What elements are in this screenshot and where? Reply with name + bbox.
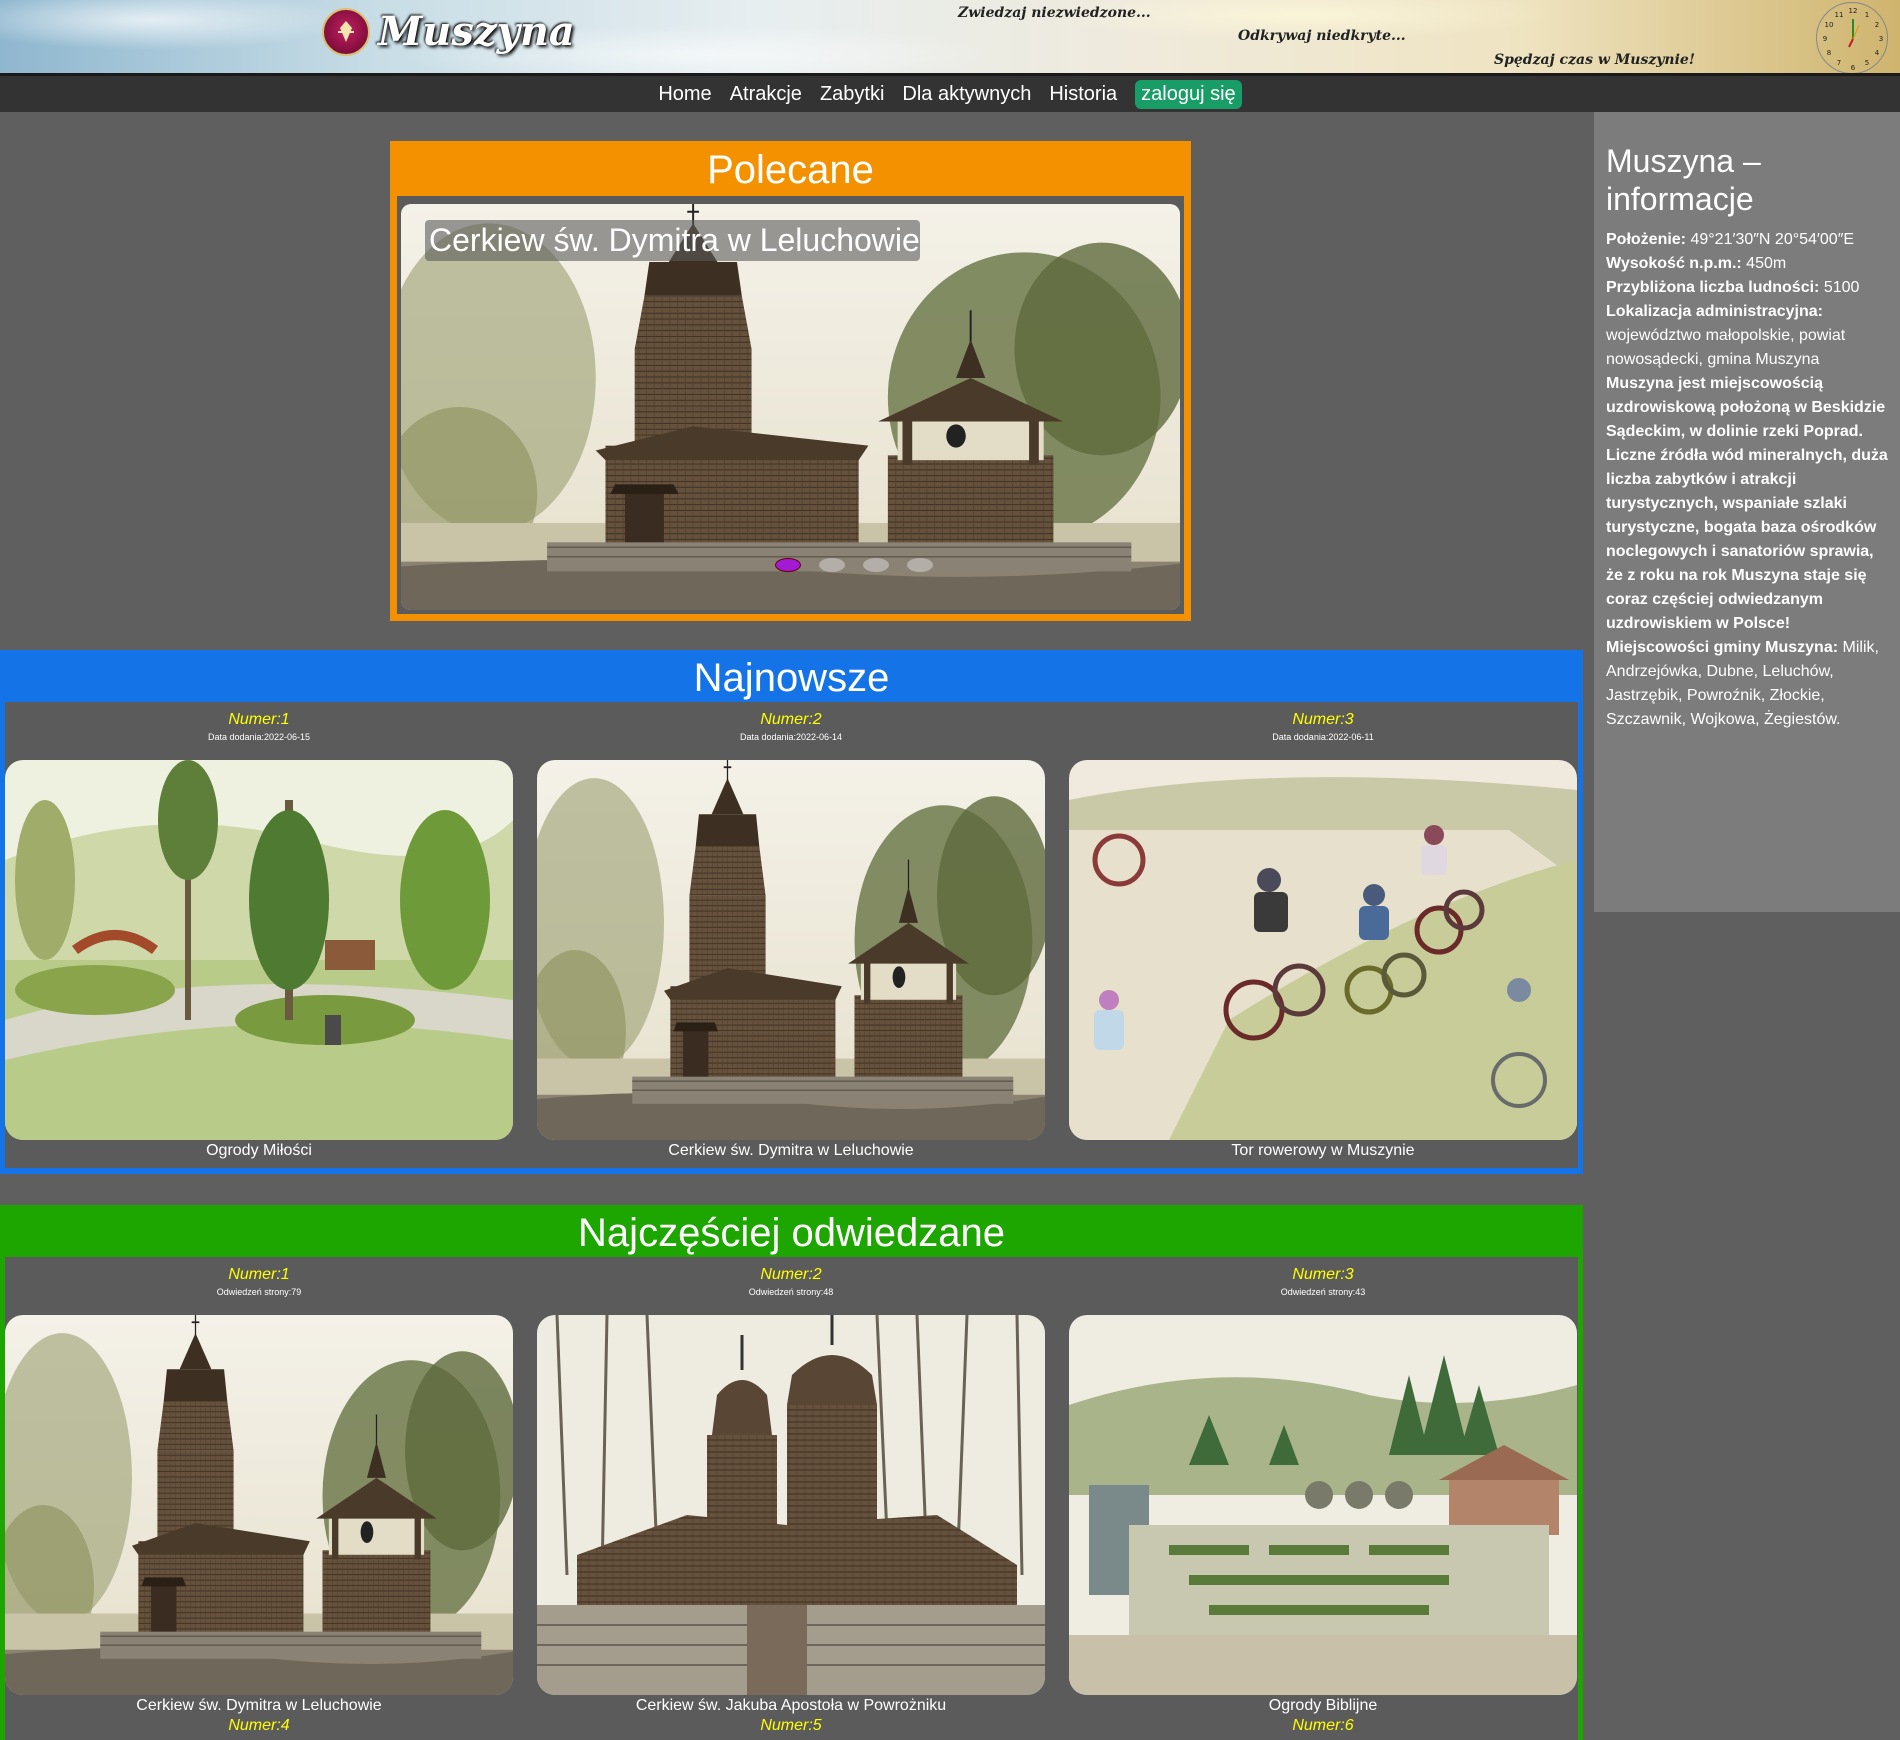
slider-dot-4[interactable] <box>863 558 889 572</box>
card-visits: Odwiedzeń strony:79 <box>216 1287 302 1297</box>
nav-atrakcje[interactable]: Atrakcje <box>730 80 802 109</box>
polecane-title: Polecane <box>707 148 874 192</box>
card-image[interactable] <box>1069 1315 1577 1695</box>
slide-image[interactable]: Cerkiew św. Dymitra w Leluchowie <box>401 204 1180 610</box>
nav-zabytki[interactable]: Zabytki <box>820 80 884 109</box>
card-number: Numer:2 <box>760 1266 822 1283</box>
card-number: Numer:3 <box>1292 1266 1354 1283</box>
odwiedzane-card-3[interactable]: Numer:3 Odwiedzeń strony:43 Ogrody Bibli… <box>1069 1257 1577 1736</box>
card-number: Numer:1 <box>228 1266 290 1283</box>
ludnosc-label: Przybliżona liczba ludności: <box>1606 279 1820 296</box>
nav-dla-aktywnych[interactable]: Dla aktywnych <box>902 80 1031 109</box>
site-brand[interactable]: Muszyna <box>378 8 575 55</box>
clock-icon: 12 1 2 3 45 6 78 9 10 11 <box>1816 2 1888 73</box>
card-caption[interactable]: Cerkiew św. Jakuba Apostoła w Powrożniku <box>537 1696 1045 1716</box>
nav-historia[interactable]: Historia <box>1049 80 1117 109</box>
svg-text:10: 10 <box>1825 21 1834 29</box>
next-card-number: Numer:4 <box>228 1717 290 1734</box>
odwiedzane-section: Najczęściej odwiedzane Numer:1 Odwiedzeń… <box>0 1205 1583 1740</box>
sidebar-info: Położenie: 49°21′30″N 20°54′00″E Wysokoś… <box>1606 228 1888 732</box>
nav-home[interactable]: Home <box>658 80 711 109</box>
svg-text:6: 6 <box>1851 64 1856 72</box>
card-date: Data dodania:2022-06-14 <box>739 732 843 742</box>
sidebar-title: Muszyna – informacje <box>1606 143 1761 217</box>
card-caption[interactable]: Cerkiew św. Dymitra w Leluchowie <box>5 1696 513 1716</box>
odwiedzane-panel: Numer:1 Odwiedzeń strony:79 Cerkiew św. … <box>5 1257 1578 1740</box>
login-button[interactable]: zaloguj się <box>1135 79 1242 109</box>
card-number: Numer:1 <box>228 711 290 728</box>
slider-dot-1[interactable] <box>731 558 757 572</box>
card-number: Numer:2 <box>760 711 822 728</box>
next-card-number: Numer:5 <box>760 1717 822 1734</box>
info-sidebar: Muszyna – informacje Położenie: 49°21′30… <box>1594 112 1900 912</box>
wysokosc-value: 450m <box>1741 255 1787 272</box>
lokalizacja-label: Lokalizacja administracyjna: <box>1606 303 1823 320</box>
najnowsze-section: Najnowsze Numer:1 Data dodania:2022-06-1… <box>0 650 1583 1174</box>
lokalizacja-value: województwo małopolskie, powiat nowosąde… <box>1606 327 1846 368</box>
card-image[interactable] <box>5 1315 513 1695</box>
polozenie-value: 49°21′30″N 20°54′00″E <box>1686 231 1855 248</box>
slider-dot-2[interactable] <box>775 558 801 572</box>
main-nav: Home Atrakcje Zabytki Dla aktywnych Hist… <box>0 76 1900 112</box>
card-image[interactable] <box>537 1315 1045 1695</box>
slider-dot-5[interactable] <box>907 558 933 572</box>
miejscowosci-label: Miejscowości gminy Muszyna: <box>1606 639 1839 656</box>
crest-icon[interactable] <box>322 8 370 56</box>
svg-text:12: 12 <box>1849 7 1858 15</box>
card-number: Numer:3 <box>1292 711 1354 728</box>
slider-dot-3[interactable] <box>819 558 845 572</box>
slogan-1: Zwiedzaj niezwiedzone... <box>958 5 1151 21</box>
card-date: Data dodania:2022-06-15 <box>207 732 311 742</box>
odwiedzane-title: Najczęściej odwiedzane <box>578 1211 1005 1255</box>
next-card-number: Numer:6 <box>1292 1717 1354 1734</box>
featured-slider[interactable]: Cerkiew św. Dymitra w Leluchowie <box>397 196 1184 614</box>
svg-text:4: 4 <box>1875 49 1880 57</box>
card-visits: Odwiedzeń strony:48 <box>748 1287 834 1297</box>
najnowsze-panel: Numer:1 Data dodania:2022-06-15 Ogrody M… <box>5 702 1578 1168</box>
svg-text:5: 5 <box>1865 59 1869 67</box>
polecane-section: Polecane Cerkiew św. Dymitra w Leluchowi… <box>390 141 1191 621</box>
polozenie-label: Położenie: <box>1606 231 1687 248</box>
card-date: Data dodania:2022-06-11 <box>1272 732 1374 742</box>
slider-dots <box>731 558 933 572</box>
card-caption[interactable]: Ogrody Biblijne <box>1069 1696 1577 1716</box>
svg-text:9: 9 <box>1823 35 1827 43</box>
card-caption[interactable]: Tor rowerowy w Muszynie <box>1069 1141 1577 1161</box>
card-visits: Odwiedzeń strony:43 <box>1280 1287 1366 1297</box>
card-image[interactable] <box>1069 760 1577 1140</box>
opis-text: Muszyna jest miejscowością uzdrowiskową … <box>1606 375 1888 632</box>
odwiedzane-card-1[interactable]: Numer:1 Odwiedzeń strony:79 Cerkiew św. … <box>5 1257 513 1736</box>
najnowsze-card-2[interactable]: Numer:2 Data dodania:2022-06-14 Cerkiew … <box>537 702 1045 1161</box>
wysokosc-label: Wysokość n.p.m.: <box>1606 255 1742 272</box>
slide-caption[interactable]: Cerkiew św. Dymitra w Leluchowie <box>425 220 920 261</box>
clock-face: 12 12 3 45 6 78 9 1011 <box>1823 7 1883 72</box>
card-image[interactable] <box>537 760 1045 1140</box>
svg-text:11: 11 <box>1835 11 1844 19</box>
card-caption[interactable]: Ogrody Miłości <box>5 1141 513 1161</box>
site-header: Muszyna Zwiedzaj niezwiedzone... Odkrywa… <box>0 0 1900 76</box>
najnowsze-card-3[interactable]: Numer:3 Data dodania:2022-06-11 Tor rowe… <box>1069 702 1577 1161</box>
najnowsze-title: Najnowsze <box>693 656 890 700</box>
card-image[interactable] <box>5 760 513 1140</box>
card-caption[interactable]: Cerkiew św. Dymitra w Leluchowie <box>537 1141 1045 1161</box>
crest-symbol <box>338 21 354 42</box>
svg-text:8: 8 <box>1827 49 1831 57</box>
svg-text:7: 7 <box>1837 59 1841 67</box>
ludnosc-value: 5100 <box>1819 279 1860 296</box>
svg-text:1: 1 <box>1865 11 1869 19</box>
najnowsze-card-1[interactable]: Numer:1 Data dodania:2022-06-15 Ogrody M… <box>5 702 513 1161</box>
slogan-3: Spędzaj czas w Muszynie! <box>1494 52 1695 68</box>
slogan-2: Odkrywaj niedkryte... <box>1238 28 1406 44</box>
odwiedzane-card-2[interactable]: Numer:2 Odwiedzeń strony:48 Cerkiew św. … <box>537 1257 1045 1736</box>
svg-text:2: 2 <box>1875 21 1879 29</box>
svg-text:3: 3 <box>1879 35 1883 43</box>
